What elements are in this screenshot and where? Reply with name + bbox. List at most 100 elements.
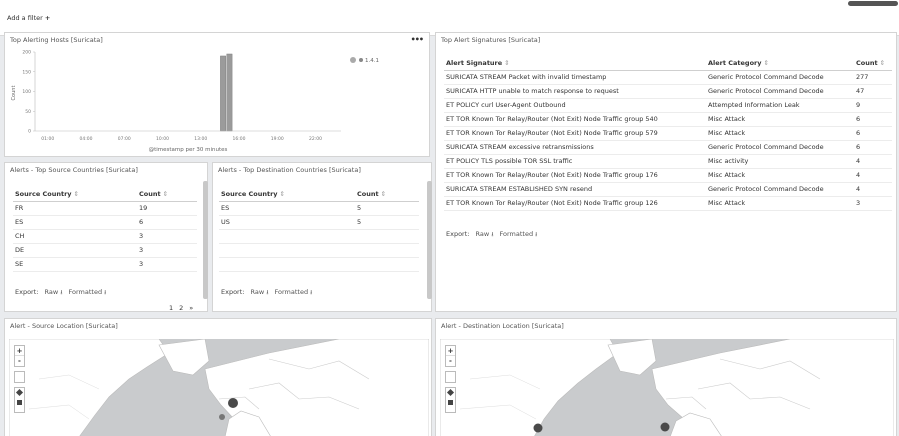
hosts-bar-chart: 0 50 100 150 200 01:00 04:00 07:00 10:00 13:00 16… xyxy=(11,50,379,154)
top-alert-signatures-panel: Top Alert Signatures [Suricata] Alert Si… xyxy=(435,32,897,312)
table-row: FR 19 xyxy=(13,201,197,216)
source-countries-table: Source Country ⇕ Count ⇕ FR 19 ES 6 CH 3 DE 3 … xyxy=(13,188,197,272)
x-tick-label: 22:00 xyxy=(309,136,322,142)
download-icon: ⭳ xyxy=(60,289,63,296)
draw-rectangle-icon[interactable] xyxy=(448,400,453,405)
export-formatted-link[interactable]: Formatted ⭳ xyxy=(500,230,538,238)
cell-count: 3 xyxy=(137,229,197,244)
legend: 1.4.1 xyxy=(350,57,379,64)
add-filter-button[interactable]: Add a filter + xyxy=(7,14,50,22)
cell-signature: ET POLICY TLS possible TOR SSL traffic xyxy=(444,154,706,169)
cell-signature: ET TOR Known Tor Relay/Router (Not Exit)… xyxy=(444,168,706,183)
cell-category: Misc Attack xyxy=(706,126,854,141)
table-row-empty xyxy=(219,257,419,272)
fit-bounds-icon[interactable] xyxy=(14,371,25,383)
table-header-row: Source Country ⇕ Count ⇕ xyxy=(219,188,419,202)
cell-category: Generic Protocol Command Decode xyxy=(706,84,854,99)
table-header-row: Alert Signature ⇕ Alert Category ⇕ Count ⇕ xyxy=(444,57,892,71)
x-tick-label: 01:00 xyxy=(41,136,54,142)
filter-bar: Add a filter + xyxy=(0,0,899,36)
export-label: Export: xyxy=(446,230,470,238)
map-marker xyxy=(660,422,670,432)
panel-title: Top Alerting Hosts [Suricata] xyxy=(10,36,103,44)
bar xyxy=(226,53,233,132)
page-1-link[interactable]: 1 xyxy=(169,304,173,312)
zoom-out-button[interactable]: - xyxy=(15,356,24,366)
cell-count: 47 xyxy=(854,84,892,99)
page-2-link[interactable]: 2 xyxy=(179,304,183,312)
cell-country: ES xyxy=(219,201,355,216)
legend-swatch xyxy=(359,58,363,62)
export-formatted-link[interactable]: Formatted ⭳ xyxy=(275,288,313,296)
table-row: SURICATA STREAM ESTABLISHED SYN resend Ge… xyxy=(444,182,892,197)
col-header-count[interactable]: Count ⇕ xyxy=(355,188,419,202)
cell-country: DE xyxy=(13,243,137,258)
col-header-source-country[interactable]: Source Country ⇕ xyxy=(13,188,137,202)
cell-count: 4 xyxy=(854,182,892,197)
col-header-source-country[interactable]: Source Country ⇕ xyxy=(219,188,355,202)
download-icon: ⭳ xyxy=(104,289,107,296)
bar xyxy=(220,55,226,132)
download-icon: ⭳ xyxy=(266,289,269,296)
x-tick-label: 04:00 xyxy=(80,136,93,142)
next-page-link[interactable]: » xyxy=(189,304,193,312)
destination-location-map[interactable]: + - xyxy=(440,339,894,436)
cell-count: 19 xyxy=(137,201,197,216)
cell-signature: ET POLICY curl User-Agent Outbound xyxy=(444,98,706,113)
table-row: SURICATA HTTP unable to match response t… xyxy=(444,84,892,99)
x-tick-label: 10:00 xyxy=(156,136,169,142)
cell-count: 9 xyxy=(854,98,892,113)
export-formatted-link[interactable]: Formatted ⭳ xyxy=(69,288,107,296)
export-raw-link[interactable]: Raw ⭳ xyxy=(251,288,269,296)
col-header-count[interactable]: Count ⇕ xyxy=(854,57,892,71)
cell-signature: SURICATA STREAM excessive retransmission… xyxy=(444,140,706,155)
horizontal-scrollbar[interactable] xyxy=(848,1,898,6)
y-tick-label: 100 xyxy=(22,89,31,95)
col-header-category[interactable]: Alert Category ⇕ xyxy=(706,57,854,71)
draw-polygon-icon[interactable] xyxy=(15,388,24,397)
panel-menu-icon[interactable]: ••• xyxy=(411,35,424,44)
source-location-map[interactable]: + - xyxy=(9,339,429,436)
legend-label: 1.4.1 xyxy=(365,58,379,64)
table-row: SURICATA STREAM excessive retransmission… xyxy=(444,140,892,155)
sort-icon: ⇕ xyxy=(380,190,387,199)
cell-count: 6 xyxy=(137,215,197,230)
cell-count: 5 xyxy=(355,215,419,230)
draw-rectangle-icon[interactable] xyxy=(17,400,22,405)
vertical-scrollbar[interactable] xyxy=(427,181,432,299)
cell-country: CH xyxy=(13,229,137,244)
legend-toggle-icon xyxy=(350,57,356,63)
cell-signature: ET TOR Known Tor Relay/Router (Not Exit)… xyxy=(444,126,706,141)
panel-title: Alert - Destination Location [Suricata] xyxy=(441,322,564,330)
download-icon: ⭳ xyxy=(535,231,538,238)
zoom-out-button[interactable]: - xyxy=(446,356,455,366)
table-row: CH 3 xyxy=(13,229,197,244)
table-header-row: Source Country ⇕ Count ⇕ xyxy=(13,188,197,202)
table-row: ET POLICY curl User-Agent Outbound Attemp… xyxy=(444,98,892,113)
export-raw-link[interactable]: Raw ⭳ xyxy=(45,288,63,296)
sort-icon: ⇕ xyxy=(879,59,886,68)
cell-count: 3 xyxy=(137,257,197,272)
fit-bounds-icon[interactable] xyxy=(445,371,456,383)
panel-title: Alert - Source Location [Suricata] xyxy=(10,322,118,330)
col-header-signature[interactable]: Alert Signature ⇕ xyxy=(444,57,706,71)
panel-title: Alerts - Top Source Countries [Suricata] xyxy=(10,166,138,174)
y-tick-label: 50 xyxy=(25,109,31,115)
table-row: SURICATA STREAM Packet with invalid time… xyxy=(444,70,892,85)
add-filter-label: Add a filter xyxy=(7,14,43,22)
top-source-countries-panel: Alerts - Top Source Countries [Suricata]… xyxy=(4,162,208,312)
panel-title: Top Alert Signatures [Suricata] xyxy=(441,36,541,44)
draw-polygon-icon[interactable] xyxy=(446,388,455,397)
cell-category: Misc activity xyxy=(706,154,854,169)
vertical-scrollbar[interactable] xyxy=(203,181,208,299)
table-row: ET TOR Known Tor Relay/Router (Not Exit)… xyxy=(444,126,892,141)
sort-icon: ⇕ xyxy=(73,190,79,199)
destination-countries-table: Source Country ⇕ Count ⇕ ES 5 US 5 xyxy=(219,188,419,272)
export-raw-link[interactable]: Raw ⭳ xyxy=(476,230,494,238)
map-land xyxy=(9,339,429,436)
x-tick-label: 07:00 xyxy=(118,136,131,142)
zoom-in-button[interactable]: + xyxy=(446,346,455,356)
zoom-in-button[interactable]: + xyxy=(15,346,24,356)
cell-category: Generic Protocol Command Decode xyxy=(706,140,854,155)
col-header-count[interactable]: Count ⇕ xyxy=(137,188,197,202)
